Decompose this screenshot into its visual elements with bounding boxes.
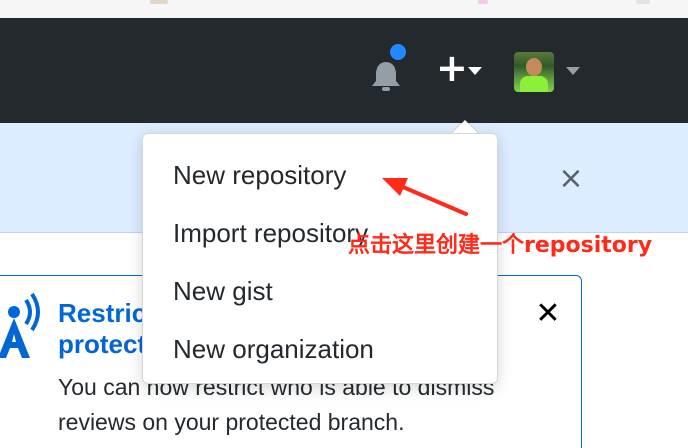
github-header	[0, 18, 688, 123]
notification-indicator	[388, 42, 408, 62]
dropdown-caret	[452, 120, 478, 133]
new-menu-button[interactable]: +	[436, 49, 488, 87]
broadcast-icon	[0, 292, 40, 358]
menu-item-new-organization[interactable]: New organization	[143, 322, 499, 376]
user-menu-button[interactable]	[514, 52, 584, 92]
chevron-down-icon	[566, 67, 580, 75]
annotation-arrow-icon	[382, 178, 468, 216]
chevron-down-icon	[468, 67, 482, 75]
flash-close-button[interactable]: ×	[556, 164, 586, 194]
bell-icon[interactable]	[370, 58, 402, 92]
annotation-text: 点击这里创建一个repository	[348, 233, 653, 258]
menu-item-new-gist[interactable]: New gist	[143, 264, 499, 318]
browser-top-strip	[0, 0, 688, 18]
plus-icon: +	[436, 46, 468, 90]
avatar	[514, 52, 554, 92]
announcement-close-button[interactable]: ✕	[532, 298, 564, 330]
